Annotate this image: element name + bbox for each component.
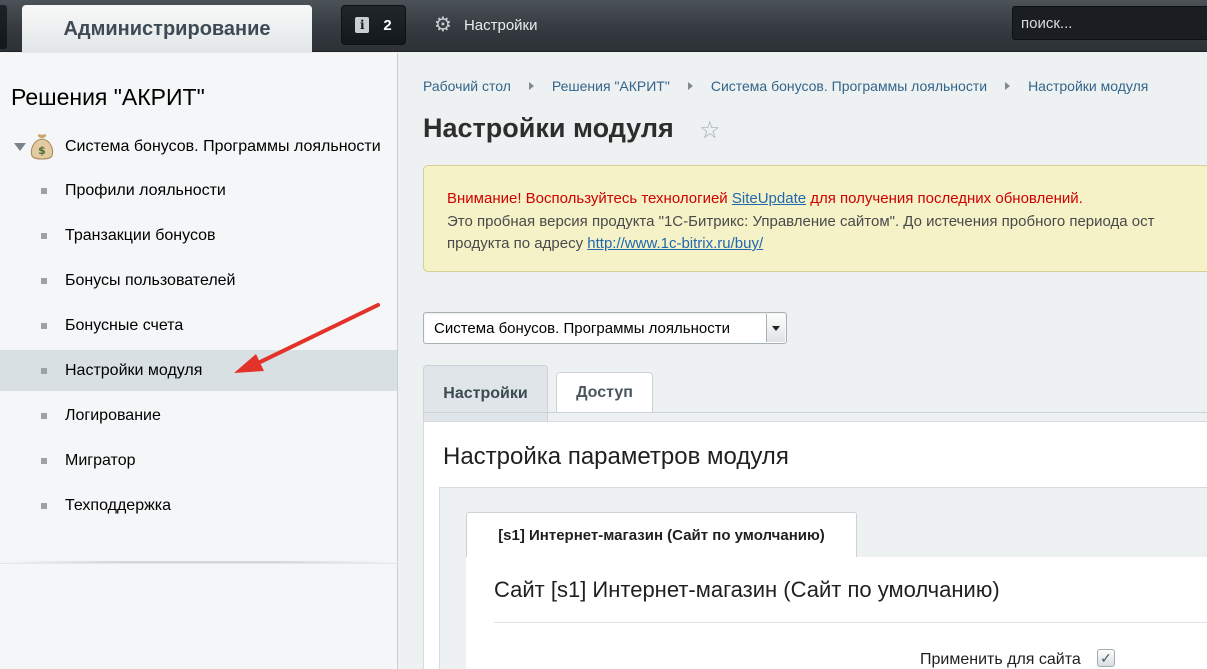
- alert-line-1: Внимание! Воспользуйтесь технологией Sit…: [447, 188, 1207, 211]
- select-dropdown-button[interactable]: [766, 314, 785, 342]
- top-bar: Администрирование i 2 ⚙ Настройки: [0, 0, 1207, 53]
- breadcrumb-item-akrit[interactable]: Решения "АКРИТ": [552, 78, 670, 94]
- alert-warning-prefix: Внимание!: [447, 190, 522, 207]
- site-settings-panel: [s1] Интернет-магазин (Сайт по умолчанию…: [439, 487, 1207, 669]
- page-title: Настройки модуля: [423, 113, 674, 143]
- breadcrumb-item-desktop[interactable]: Рабочий стол: [423, 78, 511, 94]
- sidebar-tree-root[interactable]: $ Система бонусов. Программы лояльности: [0, 129, 397, 165]
- sidebar-item-label: Мигратор: [65, 451, 136, 469]
- red-arrow-icon: [234, 303, 380, 373]
- alert-line-3-text: продукта по адресу: [447, 235, 588, 252]
- site-title: Сайт [s1] Интернет-магазин (Сайт по умол…: [494, 577, 1000, 602]
- notifications-button[interactable]: i 2: [341, 5, 406, 45]
- bullet-icon: [41, 412, 47, 419]
- info-icon: i: [355, 17, 370, 33]
- section-title: Настройка параметров модуля: [443, 443, 789, 470]
- alert-line-3: продукта по адресу http://www.1c-bitrix.…: [447, 233, 1207, 256]
- settings-label: Настройки: [463, 16, 538, 34]
- admin-page: Администрирование i 2 ⚙ Настройки Решени…: [0, 0, 1207, 669]
- bullet-icon: [41, 457, 47, 464]
- bullet-icon: [41, 232, 47, 239]
- tab-site-s1[interactable]: [s1] Интернет-магазин (Сайт по умолчанию…: [466, 512, 857, 558]
- site-divider: [494, 622, 1207, 623]
- sidebar-item-label: Логирование: [65, 406, 161, 424]
- search-input[interactable]: [1012, 6, 1207, 40]
- tabs-divider: [423, 412, 1207, 413]
- bullet-icon: [41, 502, 47, 509]
- notifications-count: 2: [383, 16, 392, 34]
- sidebar-item-migrator[interactable]: Мигратор: [0, 438, 397, 483]
- gear-icon: ⚙: [434, 14, 452, 36]
- chevron-right-icon: [687, 82, 693, 90]
- sidebar-title: Решения "АКРИТ": [11, 84, 205, 110]
- svg-text:$: $: [38, 144, 46, 157]
- alert-warning-suffix: для получения последних обновлений.: [806, 190, 1083, 207]
- sidebar-item-label: Техподдержка: [65, 496, 172, 514]
- trial-alert: Внимание! Воспользуйтесь технологией Sit…: [423, 165, 1207, 272]
- main-content: Рабочий стол Решения "АКРИТ" Система бон…: [399, 53, 1207, 669]
- chevron-down-icon: [772, 325, 780, 331]
- sidebar-item-user-bonuses[interactable]: Бонусы пользователей: [0, 258, 397, 303]
- breadcrumb-item-module-settings[interactable]: Настройки модуля: [1028, 78, 1148, 94]
- money-bag-icon: $: [30, 134, 54, 160]
- alert-warning-text: Воспользуйтесь технологией: [521, 190, 732, 207]
- apply-for-site-label: Применить для сайта: [920, 651, 1081, 668]
- chevron-right-icon: [1005, 82, 1011, 90]
- bullet-icon: [41, 187, 47, 194]
- sidebar-item-bonus-transactions[interactable]: Транзакции бонусов: [0, 213, 397, 258]
- settings-link[interactable]: ⚙ Настройки: [434, 5, 538, 45]
- sidebar-item-label: Бонусные счета: [65, 316, 184, 334]
- bullet-icon: [41, 322, 47, 329]
- sidebar-item-support[interactable]: Техподдержка: [0, 483, 397, 528]
- sidebar-item-label: Бонусы пользователей: [65, 271, 236, 289]
- star-icon[interactable]: ☆: [699, 116, 721, 145]
- bullet-icon: [41, 277, 47, 284]
- admin-tab[interactable]: Администрирование: [22, 5, 312, 53]
- bullet-icon: [41, 367, 47, 374]
- apply-for-site-checkbox[interactable]: ✓: [1097, 649, 1115, 667]
- sidebar-root-label: Система бонусов. Программы лояльности: [65, 138, 381, 155]
- sidebar-divider: [0, 563, 397, 564]
- breadcrumb: Рабочий стол Решения "АКРИТ" Система бон…: [423, 78, 1148, 94]
- sidebar-item-label: Транзакции бонусов: [65, 226, 216, 244]
- tree-collapse-arrow-icon[interactable]: [14, 143, 26, 151]
- topbar-edge-button[interactable]: [0, 5, 7, 49]
- sidebar-item-logging[interactable]: Логирование: [0, 393, 397, 438]
- sidebar-item-label: Профили лояльности: [65, 181, 226, 199]
- module-select[interactable]: Система бонусов. Программы лояльности: [423, 312, 787, 344]
- site-content: Сайт [s1] Интернет-магазин (Сайт по умол…: [466, 557, 1207, 669]
- settings-panel: Настройка параметров модуля [s1] Интерне…: [423, 421, 1207, 669]
- tab-access[interactable]: Доступ: [556, 372, 653, 413]
- sidebar-item-label: Настройки модуля: [65, 361, 203, 379]
- alert-line-2: Это пробная версия продукта "1С-Битрикс:…: [447, 212, 1155, 230]
- breadcrumb-item-bonus-system[interactable]: Система бонусов. Программы лояльности: [711, 78, 987, 94]
- module-select-value: Система бонусов. Программы лояльности: [434, 320, 730, 337]
- sidebar-item-loyalty-profiles[interactable]: Профили лояльности: [0, 168, 397, 213]
- bitrix-buy-link[interactable]: http://www.1c-bitrix.ru/buy/: [587, 235, 763, 252]
- siteupdate-link[interactable]: SiteUpdate: [732, 190, 806, 207]
- chevron-right-icon: [528, 82, 534, 90]
